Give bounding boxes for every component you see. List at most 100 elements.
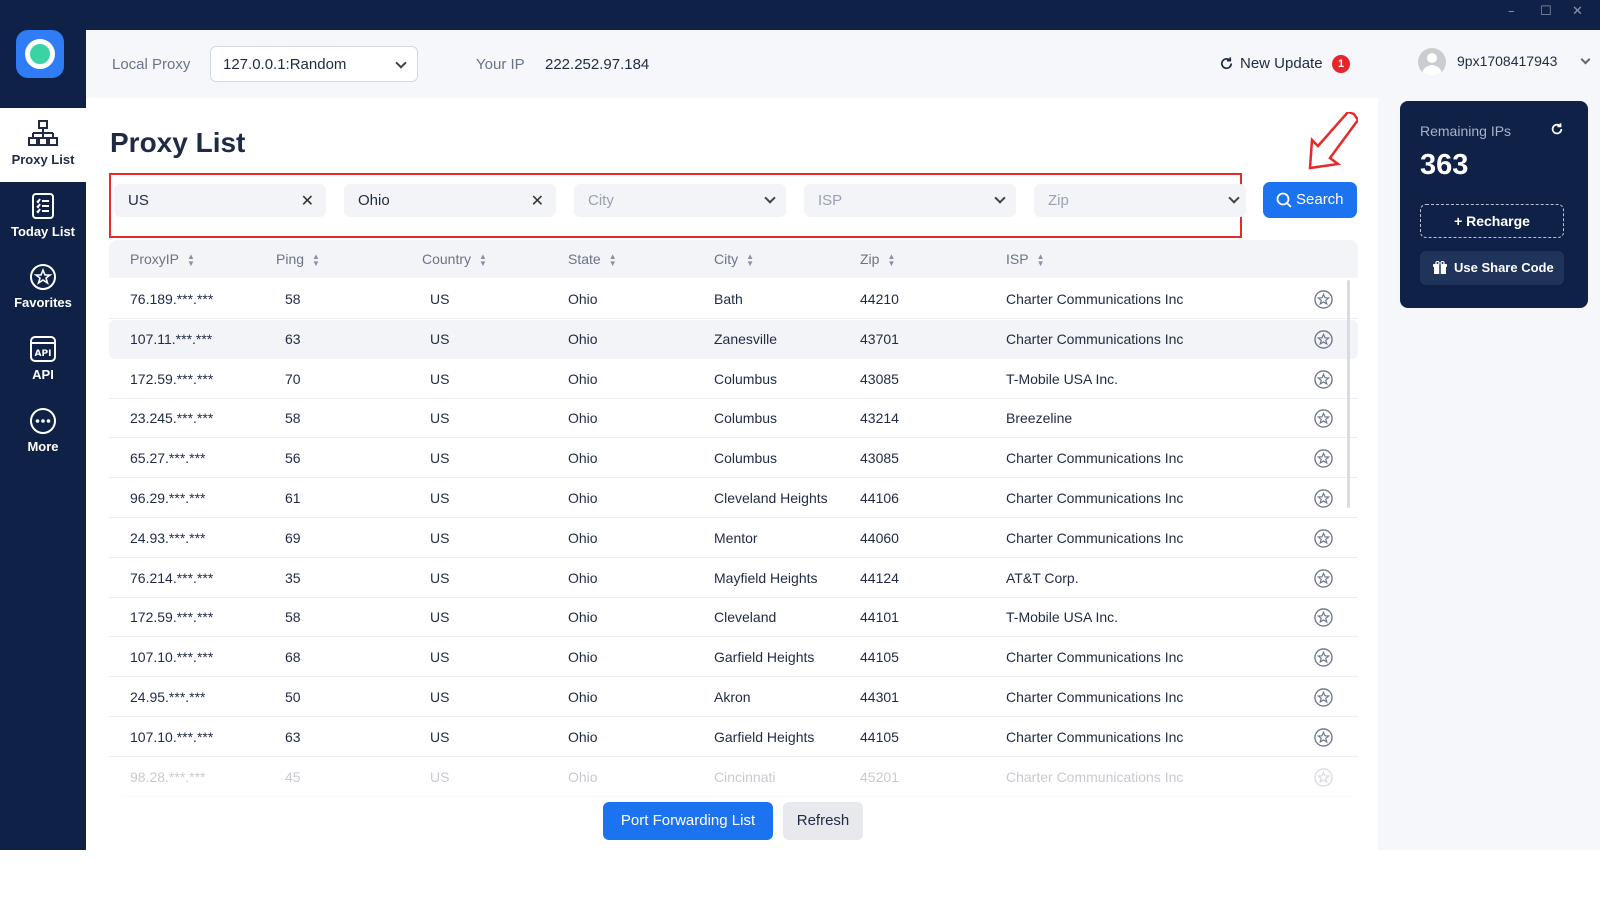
cell-city: Columbus — [714, 370, 778, 387]
your-ip-label: Your IP — [476, 56, 525, 73]
cell-ping: 58 — [285, 291, 301, 307]
table-row[interactable]: 107.11.***.*** 63 US Ohio Zanesville 43701 Cha… — [109, 319, 1358, 359]
favorite-star-icon[interactable] — [1314, 369, 1333, 389]
clear-icon[interactable]: ✕ — [531, 191, 544, 211]
table-scrollbar[interactable] — [1347, 280, 1350, 508]
recharge-button[interactable]: + Recharge — [1420, 204, 1564, 238]
favorite-star-icon[interactable] — [1314, 529, 1333, 548]
column-header-state[interactable]: State ▲ ▼ — [568, 251, 617, 268]
column-header-zip[interactable]: Zip ▲ ▼ — [860, 251, 896, 269]
favorite-star-icon[interactable] — [1314, 648, 1333, 667]
column-header-proxyip[interactable]: ProxyIP ▲ ▼ — [130, 251, 195, 268]
username[interactable]: 9px1708417943 — [1457, 53, 1557, 69]
column-header-city[interactable]: City ▲ ▼ — [714, 251, 754, 268]
isp-filter-placeholder: ISP — [818, 192, 843, 209]
cell-proxyip: 76.214.***.*** — [130, 569, 214, 586]
sidebar-item-label: More — [27, 439, 59, 454]
cell-state: Ohio — [568, 330, 598, 347]
cell-proxyip: 107.11.***.*** — [130, 330, 213, 347]
cell-zip: 43085 — [860, 450, 899, 467]
cell-state: Ohio — [568, 370, 598, 387]
search-button[interactable]: Search — [1263, 182, 1357, 218]
cell-state: Ohio — [568, 529, 598, 546]
table-row[interactable]: 76.189.***.*** 58 US Ohio Bath 44210 Charter C… — [109, 280, 1358, 319]
use-share-code-button[interactable]: Use Share Code — [1420, 251, 1564, 285]
column-header-ping[interactable]: Ping ▲ ▼ — [276, 251, 320, 268]
sidebar-item-label: Proxy List — [11, 152, 75, 167]
close-window-icon[interactable]: ✕ — [1572, 4, 1583, 19]
table-row[interactable]: 107.10.***.*** 63 US Ohio Garfield Heights 44… — [109, 718, 1358, 757]
cell-state: Ohio — [568, 649, 598, 666]
sidebar-item-today-list[interactable]: Today List — [0, 192, 86, 262]
remaining-ips-label: Remaining IPs — [1420, 123, 1512, 139]
cell-zip: 44124 — [860, 569, 899, 586]
city-filter[interactable]: City — [574, 184, 786, 217]
column-header-country[interactable]: Country ▲ ▼ — [422, 251, 487, 268]
gift-icon — [1433, 261, 1447, 274]
search-button-label: Search — [1296, 191, 1344, 208]
table-row[interactable]: 76.214.***.*** 35 US Ohio Mayfield Heights 44… — [109, 559, 1358, 598]
cell-isp: Charter Communications Inc — [1006, 649, 1184, 666]
sort-icon: ▲ ▼ — [887, 252, 896, 269]
cell-proxyip: 24.95.***.*** — [130, 689, 206, 705]
favorite-star-icon[interactable] — [1314, 767, 1333, 787]
sidebar-item-more[interactable]: More — [0, 407, 86, 477]
cell-zip: 43701 — [860, 330, 899, 347]
clear-icon[interactable]: ✕ — [301, 191, 314, 211]
chevron-down-icon — [395, 57, 407, 69]
sidebar-item-label: Favorites — [14, 295, 72, 310]
table-row[interactable]: 24.93.***.*** 69 US Ohio Mentor 44060 Charter … — [109, 519, 1358, 558]
cell-isp: T-Mobile USA Inc. — [1006, 370, 1119, 387]
favorite-star-icon[interactable] — [1314, 688, 1333, 707]
cell-ping: 50 — [285, 689, 301, 705]
avatar[interactable] — [1418, 48, 1446, 76]
cell-country: US — [430, 330, 450, 347]
sidebar-item-api[interactable]: API API — [0, 335, 86, 405]
cell-city: Akron — [714, 689, 751, 705]
favorite-star-icon[interactable] — [1314, 290, 1333, 309]
column-header-isp[interactable]: ISP ▲ ▼ — [1006, 251, 1045, 268]
favorite-star-icon[interactable] — [1314, 409, 1333, 429]
minimize-icon[interactable]: – — [1508, 4, 1515, 19]
table-row[interactable]: 172.59.***.*** 70 US Ohio Columbus 43085 T-Mob… — [109, 360, 1358, 399]
table-row[interactable]: 98.28.***.*** 45 US Ohio Cincinnati 45201 Char… — [109, 758, 1358, 797]
new-update-link[interactable]: New Update — [1240, 55, 1323, 72]
port-forwarding-list-button[interactable]: Port Forwarding List — [603, 802, 773, 840]
cell-country: US — [430, 410, 450, 427]
refresh-icon[interactable] — [1550, 122, 1564, 136]
maximize-icon[interactable]: ☐ — [1540, 4, 1552, 19]
state-filter[interactable]: Ohio ✕ — [344, 184, 556, 217]
table-row[interactable]: 96.29.***.*** 61 US Ohio Cleveland Heights 44… — [109, 479, 1358, 518]
local-proxy-select[interactable]: 127.0.0.1:Random — [210, 46, 418, 82]
use-share-code-label: Use Share Code — [1454, 260, 1554, 275]
country-filter[interactable]: US ✕ — [114, 184, 326, 217]
sidebar-item-proxy-list[interactable]: Proxy List — [0, 120, 86, 190]
chevron-down-icon — [764, 192, 776, 204]
table-row[interactable]: 23.245.***.*** 58 US Ohio Columbus 43214 Breez… — [109, 399, 1358, 439]
refresh-icon[interactable] — [1219, 56, 1234, 71]
zip-filter[interactable]: Zip — [1034, 184, 1246, 217]
cell-state: Ohio — [568, 450, 598, 467]
favorite-star-icon[interactable] — [1314, 449, 1333, 468]
isp-filter[interactable]: ISP — [804, 184, 1016, 217]
favorite-star-icon[interactable] — [1314, 608, 1333, 628]
cell-isp: Charter Communications Inc — [1006, 450, 1184, 467]
cell-proxyip: 172.59.***.*** — [130, 370, 214, 387]
table-row[interactable]: 172.59.***.*** 58 US Ohio Cleveland 44101 T-Mo… — [109, 598, 1358, 638]
cell-zip: 44106 — [860, 490, 899, 506]
cell-state: Ohio — [568, 569, 598, 586]
cell-zip: 43214 — [860, 410, 899, 427]
cell-city: Columbus — [714, 450, 778, 467]
sidebar-item-favorites[interactable]: Favorites — [0, 263, 86, 333]
table-row[interactable]: 24.95.***.*** 50 US Ohio Akron 44301 Charter C… — [109, 678, 1358, 717]
table-row[interactable]: 107.10.***.*** 68 US Ohio Garfield Heights 44… — [109, 638, 1358, 678]
title-bar: – ☐ ✕ — [0, 0, 1600, 30]
favorite-star-icon[interactable] — [1314, 330, 1333, 349]
table-row[interactable]: 65.27.***.*** 56 US Ohio Columbus 43085 Charte… — [109, 439, 1358, 479]
cell-zip: 44210 — [860, 291, 899, 307]
favorite-star-icon[interactable] — [1314, 728, 1333, 747]
refresh-button[interactable]: Refresh — [783, 802, 863, 840]
svg-text:API: API — [35, 349, 52, 359]
favorite-star-icon[interactable] — [1314, 568, 1333, 588]
favorite-star-icon[interactable] — [1314, 489, 1333, 508]
